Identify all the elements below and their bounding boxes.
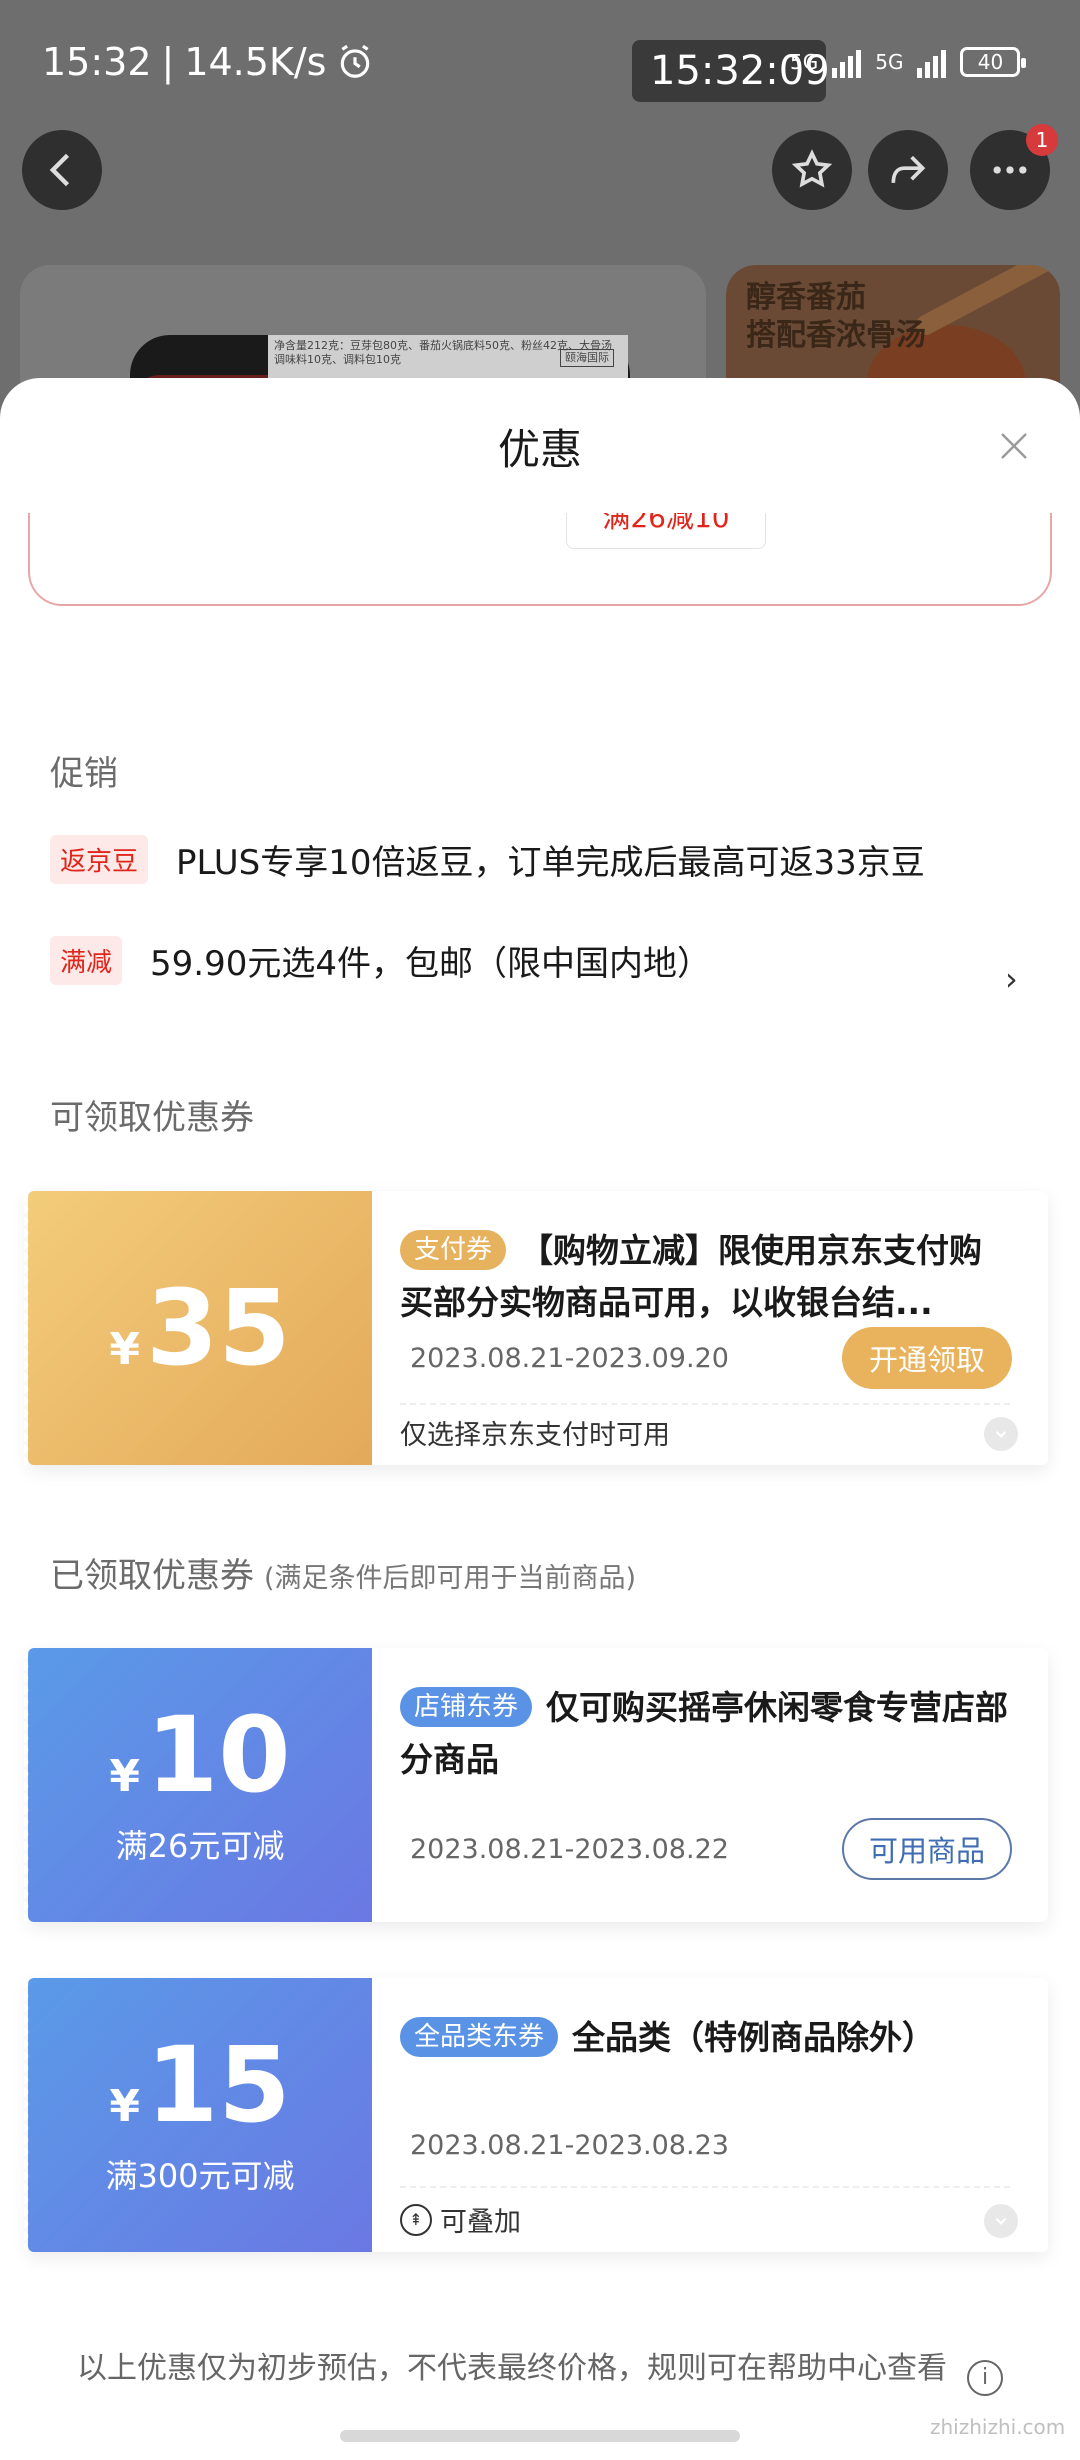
- product-brand: 颐海国际: [560, 349, 614, 367]
- favorite-button[interactable]: [772, 130, 852, 210]
- watermark: zhizhizhi.com: [930, 2415, 1066, 2439]
- promo-tag: 返京豆: [50, 835, 149, 884]
- coupon-type-tag: 店铺东券: [400, 1687, 533, 1727]
- promo-row-discount[interactable]: 满减 59.90元选4件，包邮（限中国内地）: [50, 936, 711, 985]
- network-speed: 14.5K/s: [184, 40, 327, 84]
- promo-text: 59.90元选4件，包邮（限中国内地）: [150, 944, 711, 984]
- status-bar: 15:32 | 14.5K/s 15:32:09 5G 5G 40: [0, 0, 1080, 130]
- coupon-card-store: ¥ 10 满26元可减 店铺东券 仅可购买摇亭休闲零食专营店部分商品 2023.0…: [24, 1648, 1048, 1922]
- coupon-amount: 15: [145, 2024, 291, 2146]
- alarm-icon: [341, 44, 370, 78]
- claimed-coupons-subtitle: (满足条件后即可用于当前商品): [264, 1563, 637, 1594]
- product-image-caption: 醇香番茄 搭配香浓骨汤: [746, 280, 926, 353]
- available-coupons-title: 可领取优惠券: [50, 1098, 254, 1138]
- promo-row-jingdou[interactable]: 返京豆 PLUS专享10倍返豆，订单完成后最高可返33京豆: [50, 835, 925, 884]
- back-button[interactable]: [22, 130, 102, 210]
- star-icon: [791, 149, 833, 188]
- share-button[interactable]: [868, 130, 948, 210]
- status-right: 5G 5G 40: [790, 46, 1027, 78]
- message-badge: 1: [1026, 124, 1058, 156]
- coupon-amount-panel: ¥ 35: [24, 1191, 372, 1465]
- status-time: 15:32: [42, 40, 152, 84]
- coupon-validity: 2023.08.21-2023.08.22: [410, 1834, 729, 1865]
- signal-icon-2: [917, 46, 947, 78]
- promotions-title: 促销: [50, 754, 118, 794]
- coupon-validity: 2023.08.21-2023.09.20: [410, 1343, 729, 1374]
- coupon-amount-panel: ¥ 10 满26元可减: [24, 1648, 372, 1922]
- more-button[interactable]: 1: [970, 124, 1058, 210]
- network-label-2: 5G: [875, 50, 904, 74]
- share-icon: [891, 155, 926, 183]
- coupon-amount-panel: ¥ 15 满300元可减: [24, 1978, 372, 2252]
- coupon-card-all-category: ¥ 15 满300元可减 全品类东券 全品类（特例商品除外） 2023.08.21…: [24, 1978, 1048, 2252]
- status-left: 15:32 | 14.5K/s: [42, 40, 374, 84]
- promo-text: PLUS专享10倍返豆，订单完成后最高可返33京豆: [176, 843, 925, 883]
- partial-coupon-card: 满26减10: [28, 513, 1052, 606]
- network-label-1: 5G: [790, 50, 819, 74]
- threshold-chip: 满26减10: [566, 513, 766, 549]
- sheet-content[interactable]: 满26减10 促销 返京豆 PLUS专享10倍返豆，订单完成后最高可返33京豆 …: [0, 513, 1080, 2460]
- battery-icon: 40: [960, 47, 1027, 77]
- sheet-title: 优惠: [497, 425, 582, 474]
- close-icon[interactable]: [996, 428, 1032, 464]
- more-dots-icon: [993, 166, 1027, 174]
- coupon-note: ⇞ 可叠加: [400, 2200, 521, 2239]
- claimed-coupons-title: 已领取优惠券 (满足条件后即可用于当前商品): [50, 1556, 637, 1596]
- stack-icon: ⇞: [400, 2203, 432, 2236]
- signal-icon: [832, 46, 862, 78]
- chevron-down-icon[interactable]: [984, 2204, 1018, 2238]
- coupon-validity: 2023.08.21-2023.08.23: [410, 2130, 729, 2161]
- coupon-condition: 满26元可减: [115, 1827, 285, 1865]
- applicable-products-button[interactable]: 可用商品: [842, 1818, 1012, 1880]
- chevron-down-icon[interactable]: [984, 1417, 1018, 1451]
- coupon-title: 支付券 【购物立减】限使用京东支付购买部分实物商品可用，以收银台结...: [400, 1230, 983, 1322]
- chevron-right-icon[interactable]: ›: [1005, 960, 1018, 998]
- coupon-type-tag: 全品类东券: [400, 2017, 559, 2057]
- info-icon[interactable]: i: [967, 2359, 1003, 2396]
- promo-tag: 满减: [50, 936, 123, 985]
- disclaimer: 以上优惠仅为初步预估，不代表最终价格，规则可在帮助中心查看 i: [0, 2343, 1080, 2396]
- coupon-condition: 满300元可减: [105, 2157, 295, 2195]
- chevron-left-icon: [49, 153, 70, 187]
- coupon-note: 仅选择京东支付时可用: [400, 1420, 670, 1451]
- activate-claim-button[interactable]: 开通领取: [842, 1327, 1012, 1389]
- coupon-type-tag: 支付券: [400, 1230, 507, 1270]
- home-indicator[interactable]: [340, 2430, 740, 2442]
- coupon-title: 全品类东券 全品类（特例商品除外）: [400, 2012, 1010, 2064]
- coupon-amount: 10: [145, 1694, 291, 1816]
- coupon-title: 店铺东券 仅可购买摇亭休闲零食专营店部分商品: [400, 1687, 1009, 1779]
- discount-sheet: 优惠 满26减10 促销 返京豆 PLUS专享10倍返豆，订单完成后最高可返33…: [0, 378, 1080, 2460]
- coupon-card-payment: ¥ 35 支付券 【购物立减】限使用京东支付购买部分实物商品可用，以收银台结...…: [24, 1191, 1048, 1465]
- coupon-amount: 35: [145, 1267, 291, 1389]
